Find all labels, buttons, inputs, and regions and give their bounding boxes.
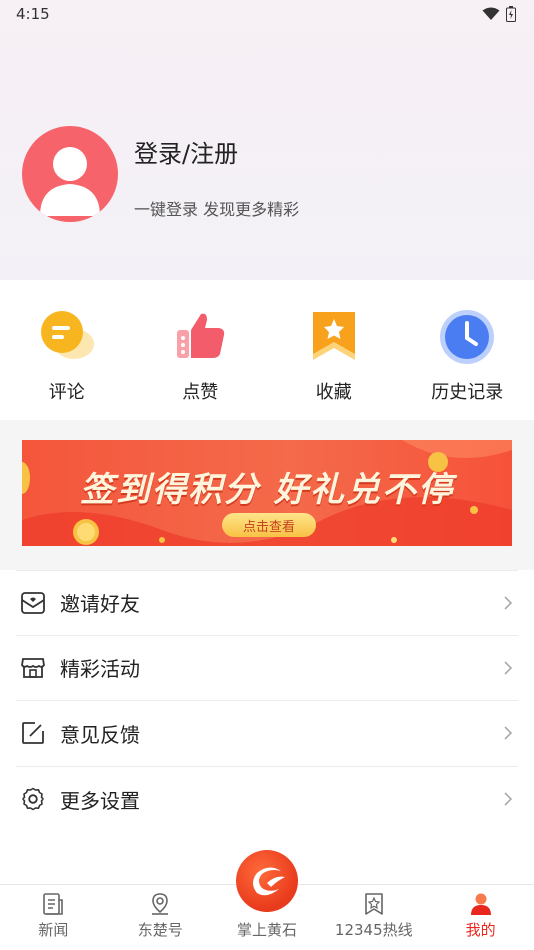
comment-icon [38,308,96,366]
location-pin-icon [148,892,172,916]
tab-label: 12345热线 [334,921,413,939]
avatar[interactable] [22,126,118,222]
default-avatar-icon [40,147,100,216]
quick-action-label: 点赞 [182,382,219,403]
tab-mine[interactable]: 我的 [427,885,534,950]
quick-action-like[interactable]: 点赞 [134,280,268,420]
tab-label: 东楚号 [137,921,183,939]
quick-action-comment[interactable]: 评论 [0,280,134,420]
quick-action-favorite[interactable]: 收藏 [267,280,401,420]
battery-icon [506,6,516,22]
settings-gear-icon [20,786,46,812]
chevron-right-icon [504,726,513,740]
hotline-icon [362,892,386,916]
tab-news[interactable]: 新闻 [0,885,107,950]
app-logo-icon[interactable] [236,850,298,912]
chevron-right-icon [504,792,513,806]
menu-item-label: 意见反馈 [60,722,140,747]
thumbs-up-icon [171,308,229,366]
status-bar: 4:15 [0,0,534,28]
menu-item-label: 精彩活动 [60,657,140,682]
quick-actions: 评论 点赞 收藏 历史记录 [0,280,534,420]
user-icon [469,892,493,916]
menu-item-settings[interactable]: 更多设置 [16,767,518,833]
menu-item-label: 更多设置 [60,788,140,813]
quick-action-history[interactable]: 历史记录 [401,280,534,420]
status-icons [482,6,516,22]
checkin-banner[interactable]: 签到得积分 好礼兑不停 点击查看 [22,440,512,546]
tab-label: 新闻 [38,921,69,939]
edit-icon [20,720,46,746]
banner-title: 签到得积分 好礼兑不停 [80,470,454,510]
login-subtitle: 一键登录 发现更多精彩 [134,200,300,219]
menu-item-invite[interactable]: 邀请好友 [16,570,518,636]
tab-hotline[interactable]: 12345热线 [320,885,427,950]
news-doc-icon [41,892,65,916]
banner-view-button[interactable]: 点击查看 [222,513,316,537]
login-register-link[interactable]: 登录/注册 [134,134,238,169]
menu-item-feedback[interactable]: 意见反馈 [16,701,518,767]
invite-mail-icon [20,590,46,616]
tab-dongchu[interactable]: 东楚号 [107,885,214,950]
tab-label: 我的 [465,921,496,939]
quick-action-label: 收藏 [315,382,352,403]
bookmark-icon [305,308,363,366]
wifi-icon [482,7,500,20]
quick-action-label: 评论 [48,382,85,403]
status-time: 4:15 [16,5,50,23]
menu-item-activities[interactable]: 精彩活动 [16,636,518,701]
chevron-right-icon [504,661,513,675]
settings-menu: 邀请好友 精彩活动 意见反馈 更多设置 [0,570,534,832]
quick-action-label: 历史记录 [431,382,504,403]
shop-icon [20,655,46,681]
clock-icon [438,308,496,366]
tab-label: 掌上黄石 [236,921,297,939]
chevron-right-icon [504,596,513,610]
menu-item-label: 邀请好友 [60,592,140,617]
